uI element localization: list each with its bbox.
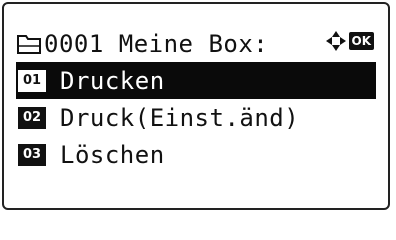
menu-item-drucken[interactable]: 01 Drucken xyxy=(16,62,376,99)
menu-item-loeschen[interactable]: 03 Löschen xyxy=(16,136,376,173)
item-number-badge: 01 xyxy=(18,69,46,92)
menu-item-label: Drucken xyxy=(60,66,165,95)
menu-item-label: Druck(Einst.änd) xyxy=(60,103,300,132)
ok-key-icon: OK xyxy=(348,32,374,50)
lcd-panel: 0001 Meine Box: OK 01 Drucken 02 Druck(E… xyxy=(2,2,390,210)
item-number-badge: 02 xyxy=(18,106,46,129)
menu-list: 01 Drucken 02 Druck(Einst.änd) 03 Lösche… xyxy=(16,62,376,173)
box-icon xyxy=(17,35,41,54)
item-number-badge: 03 xyxy=(18,143,46,166)
nav-hint: OK xyxy=(325,30,374,52)
dpad-icon xyxy=(325,31,346,51)
menu-item-druck-einst-aend[interactable]: 02 Druck(Einst.änd) xyxy=(16,99,376,136)
menu-item-label: Löschen xyxy=(60,140,165,169)
header-bar: 0001 Meine Box: OK xyxy=(16,26,380,62)
page-title: 0001 Meine Box: xyxy=(44,30,269,58)
